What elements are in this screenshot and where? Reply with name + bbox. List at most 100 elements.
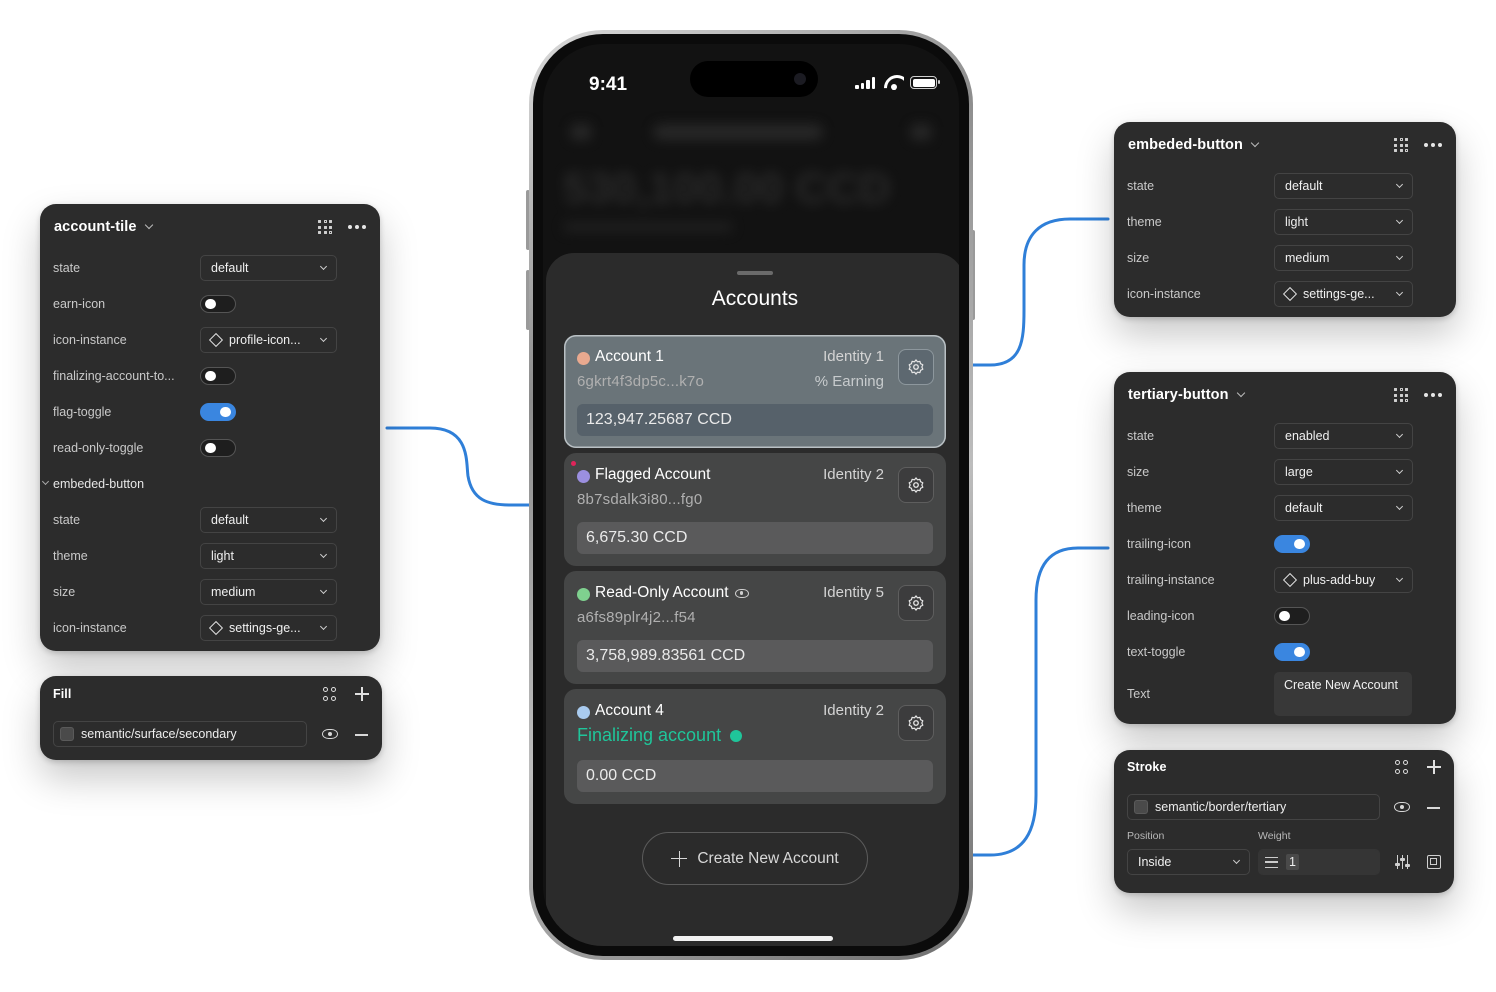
theme-select[interactable]: light (200, 543, 337, 569)
account-tile[interactable]: Read-Only Account a6fs89plr4j2...f54 Ide… (564, 571, 946, 684)
nested-section-embeded-button[interactable]: embeded-button (40, 466, 380, 502)
stroke-weight-field[interactable]: 1 (1258, 849, 1380, 875)
more-options-icon[interactable] (1424, 143, 1442, 147)
account-balance: 3,758,989.83561 CCD (577, 640, 933, 672)
account-tile[interactable]: Account 4 Finalizing account Identity 2 … (564, 689, 946, 804)
chevron-down-icon (1395, 180, 1404, 189)
account-name: Flagged Account (595, 466, 711, 483)
home-indicator[interactable] (673, 936, 833, 941)
account-address: 6gkrt4f3dp5c...k7o (577, 373, 705, 390)
account-tile[interactable]: Account 1 6gkrt4f3dp5c...k7o Identity 1 … (564, 335, 946, 448)
component-grid-icon[interactable] (318, 220, 332, 234)
more-options-icon[interactable] (348, 225, 366, 229)
style-library-icon[interactable] (323, 687, 337, 701)
state-select[interactable]: default (200, 255, 337, 281)
component-grid-icon[interactable] (1394, 388, 1408, 402)
position-label: Position (1127, 830, 1165, 842)
prop-label: theme (53, 549, 88, 563)
chevron-down-icon[interactable] (1236, 388, 1245, 398)
icon-instance-select[interactable]: profile-icon... (200, 327, 337, 353)
create-new-account-button[interactable]: Create New Account (642, 832, 868, 885)
chevron-down-icon (319, 334, 328, 343)
panel-title: embeded-button (1128, 137, 1243, 153)
stroke-style-field[interactable]: semantic/border/tertiary (1127, 794, 1380, 820)
prop-row-size: size large (1114, 454, 1456, 490)
chevron-down-icon (319, 262, 328, 271)
account-tile-panel: account-tile state default earn-icon ico… (40, 204, 380, 651)
component-instance-icon (208, 332, 224, 348)
expand-caret-icon[interactable] (41, 477, 50, 486)
color-swatch (1134, 800, 1148, 814)
account-settings-button[interactable] (898, 585, 934, 621)
wifi-icon (884, 74, 904, 90)
panel-title: tertiary-button (1128, 387, 1229, 403)
prop-label: theme (1127, 501, 1162, 515)
identity-label: Identity 1 (823, 348, 884, 365)
state-select[interactable]: default (200, 507, 337, 533)
sheet-grabber[interactable] (737, 271, 773, 275)
size-select[interactable]: medium (1274, 245, 1413, 271)
size-select[interactable]: medium (200, 579, 337, 605)
flag-toggle[interactable] (200, 403, 236, 421)
stroke-position-select[interactable]: Inside (1127, 849, 1250, 875)
add-icon[interactable] (355, 687, 369, 701)
text-toggle[interactable] (1274, 643, 1310, 661)
account-settings-button[interactable] (898, 467, 934, 503)
visibility-eye-icon[interactable] (1394, 802, 1410, 812)
chevron-down-icon[interactable] (144, 220, 153, 230)
blurred-scan-icon (911, 124, 931, 140)
remove-icon[interactable] (1427, 807, 1440, 809)
theme-select[interactable]: default (1274, 495, 1413, 521)
style-library-icon[interactable] (1395, 760, 1409, 774)
finalizing-account-toggle[interactable] (200, 367, 236, 385)
fill-panel: Fill semantic/surface/secondary (40, 676, 382, 760)
nested-section-title: embeded-button (53, 477, 145, 491)
embeded-button-panel: embeded-button state default theme light… (1114, 122, 1456, 317)
icon-instance-select[interactable]: settings-ge... (1274, 281, 1413, 307)
fill-style-field[interactable]: semantic/surface/secondary (53, 721, 307, 747)
account-settings-button[interactable] (898, 349, 934, 385)
settings-gear-icon (908, 595, 924, 611)
prop-label: Text (1127, 687, 1150, 701)
prop-row-earn-icon: earn-icon (40, 286, 380, 322)
component-grid-icon[interactable] (1394, 138, 1408, 152)
trailing-icon-toggle[interactable] (1274, 535, 1310, 553)
component-instance-icon (208, 620, 224, 636)
account-settings-button[interactable] (898, 705, 934, 741)
account-address: 8b7sdalk3i80...fg0 (577, 491, 703, 508)
add-icon[interactable] (1427, 760, 1441, 774)
plus-add-icon (671, 850, 688, 867)
more-options-icon[interactable] (1424, 393, 1442, 397)
prop-row-flag-toggle: flag-toggle (40, 394, 380, 430)
account-name: Account 1 (595, 348, 664, 365)
visibility-eye-icon[interactable] (322, 729, 338, 739)
earn-icon-toggle[interactable] (200, 295, 236, 313)
chevron-down-icon (1395, 502, 1404, 511)
state-select[interactable]: default (1274, 173, 1413, 199)
trailing-instance-select[interactable]: plus-add-buy (1274, 567, 1413, 593)
phone-bezel: 9:41 530,100.00 CCD Accounts Account 1 6… (533, 34, 969, 956)
stroke-settings-sliders-icon[interactable] (1395, 855, 1410, 869)
leading-icon-toggle[interactable] (1274, 607, 1310, 625)
phone-screen: 9:41 530,100.00 CCD Accounts Account 1 6… (543, 44, 959, 946)
text-value-field[interactable]: Create New Account (1274, 672, 1412, 716)
identity-label: Identity 5 (823, 584, 884, 601)
remove-icon[interactable] (355, 734, 368, 736)
size-select[interactable]: large (1274, 459, 1413, 485)
theme-select[interactable]: light (1274, 209, 1413, 235)
chevron-down-icon[interactable] (1250, 138, 1260, 148)
sheet-title: Accounts (711, 287, 799, 310)
prop-row-icon-instance: icon-instance profile-icon... (40, 322, 380, 358)
stroke-sides-icon[interactable] (1427, 855, 1441, 869)
panel-header: account-tile (40, 204, 380, 250)
prop-label: finalizing-account-to... (53, 369, 175, 383)
read-only-toggle[interactable] (200, 439, 236, 457)
prop-row-trailing-icon: trailing-icon (1114, 526, 1456, 562)
account-tile[interactable]: Flagged Account 8b7sdalk3i80...fg0 Ident… (564, 453, 946, 566)
finalizing-status: Finalizing account (577, 725, 743, 746)
chevron-down-icon (319, 550, 328, 559)
icon-instance-select[interactable]: settings-ge... (200, 615, 337, 641)
prop-label: icon-instance (53, 621, 127, 635)
accounts-bottom-sheet: Accounts Account 1 6gkrt4f3dp5c...k7o Id… (546, 253, 959, 946)
state-select[interactable]: enabled (1274, 423, 1413, 449)
